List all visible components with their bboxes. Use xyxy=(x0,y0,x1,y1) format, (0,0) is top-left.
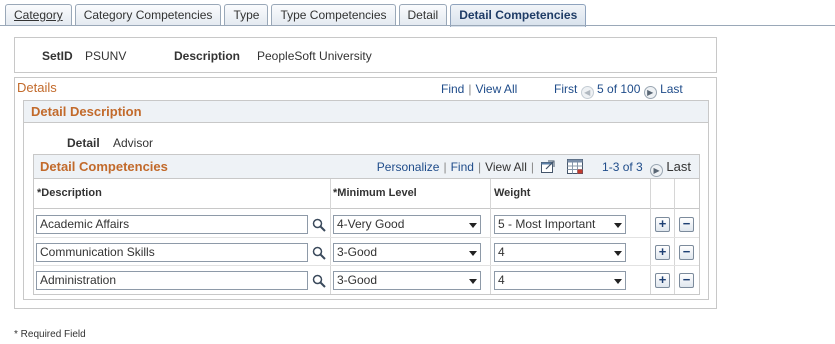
weight-select[interactable]: 4 xyxy=(494,271,626,290)
details-pager: First ◀ 5 of 100 ▶ Last xyxy=(554,82,683,99)
add-row-button[interactable]: + xyxy=(655,217,670,232)
chevron-down-icon xyxy=(614,279,622,284)
details-title: Details xyxy=(17,80,57,95)
key-header: SetID PSUNV Description PeopleSoft Unive… xyxy=(14,37,717,73)
add-row-button[interactable]: + xyxy=(655,245,670,260)
tab-category[interactable]: Category xyxy=(5,4,72,26)
tab-detail[interactable]: Detail xyxy=(398,4,448,26)
delete-row-button[interactable]: − xyxy=(679,245,694,260)
add-row-button[interactable]: + xyxy=(655,273,670,288)
grid-title-bar: Detail Competencies Personalize | Find | Vie… xyxy=(34,155,699,179)
tab-type-competencies[interactable]: Type Competencies xyxy=(271,4,396,26)
chevron-down-icon xyxy=(614,223,622,228)
description-label: Description xyxy=(174,49,241,63)
weight-select[interactable]: 4 xyxy=(494,243,626,262)
details-group: Details Find | View All First ◀ 5 of 100 ▶… xyxy=(14,77,717,309)
magnifier-icon[interactable] xyxy=(312,274,326,288)
grid-title: Detail Competencies xyxy=(40,159,168,174)
grid-view-all[interactable]: View All xyxy=(485,160,527,174)
chevron-down-icon xyxy=(469,279,477,284)
grid-range: 1-3 of 3 xyxy=(602,160,643,174)
table-row: Communication Skills 3-Good 4 + − xyxy=(34,238,699,266)
tab-bar: Category Category Competencies Type Type… xyxy=(5,4,589,27)
setid-label: SetID xyxy=(42,49,73,63)
tab-detail-competencies[interactable]: Detail Competencies xyxy=(450,4,587,27)
table-row: Academic Affairs 4-Very Good 5 - Most Im… xyxy=(34,210,699,238)
magnifier-icon[interactable] xyxy=(312,246,326,260)
arrow-right-icon[interactable]: ▶ xyxy=(650,164,664,177)
separator: | xyxy=(530,160,534,174)
column-description: *Description xyxy=(37,187,102,199)
delete-row-button[interactable]: − xyxy=(679,217,694,232)
detail-description-section: Detail Description Detail Advisor Detail… xyxy=(23,100,709,300)
description-input[interactable]: Communication Skills xyxy=(36,243,308,262)
separator: | xyxy=(477,160,482,174)
details-last-link[interactable]: Last xyxy=(660,82,683,96)
table-row: Administration 3-Good 4 + − xyxy=(34,266,699,294)
weight-select[interactable]: 5 - Most Important xyxy=(494,215,626,234)
column-minimum-level: *Minimum Level xyxy=(333,187,417,199)
details-range: 5 of 100 xyxy=(597,82,641,96)
column-weight: Weight xyxy=(494,187,531,199)
description-input[interactable]: Administration xyxy=(36,271,308,290)
grid-toolbar: Personalize|Find|View All| 1-3 of 3 xyxy=(377,159,691,177)
description-value: PeopleSoft University xyxy=(257,49,372,63)
grid-find-link[interactable]: Find xyxy=(451,160,474,174)
details-first-link[interactable]: First xyxy=(554,82,577,96)
separator: | xyxy=(468,82,472,96)
grid-column-header: *Description *Minimum Level Weight xyxy=(34,179,699,209)
chevron-down-icon xyxy=(469,251,477,256)
magnifier-icon[interactable] xyxy=(312,218,326,232)
detail-label: Detail xyxy=(67,136,100,150)
setid-value: PSUNV xyxy=(85,49,127,63)
delete-row-button[interactable]: − xyxy=(679,273,694,288)
minimum-level-select[interactable]: 4-Very Good xyxy=(333,215,481,234)
spreadsheet-icon[interactable] xyxy=(566,159,583,174)
required-field-note: * Required Field xyxy=(14,329,86,340)
detail-competencies-grid: Detail Competencies Personalize | Find | Vie… xyxy=(33,154,700,295)
arrow-left-icon[interactable]: ◀ xyxy=(580,86,594,99)
arrow-right-icon[interactable]: ▶ xyxy=(643,86,657,99)
details-nav: Find | View All xyxy=(441,82,517,96)
chevron-down-icon xyxy=(614,251,622,256)
section-title: Detail Description xyxy=(24,101,708,123)
tab-divider xyxy=(0,25,835,26)
description-input[interactable]: Academic Affairs xyxy=(36,215,308,234)
zoom-window-icon[interactable] xyxy=(541,160,555,173)
personalize-link[interactable]: Personalize xyxy=(377,160,440,174)
minimum-level-select[interactable]: 3-Good xyxy=(333,271,481,290)
details-find-link[interactable]: Find xyxy=(441,82,464,96)
grid-last[interactable]: Last xyxy=(666,159,691,174)
detail-value: Advisor xyxy=(113,136,154,150)
chevron-down-icon xyxy=(469,223,477,228)
details-view-all-link[interactable]: View All xyxy=(475,82,517,96)
tab-type[interactable]: Type xyxy=(224,4,269,26)
minimum-level-select[interactable]: 3-Good xyxy=(333,243,481,262)
tab-category-competencies[interactable]: Category Competencies xyxy=(74,4,222,26)
separator: | xyxy=(443,160,447,174)
